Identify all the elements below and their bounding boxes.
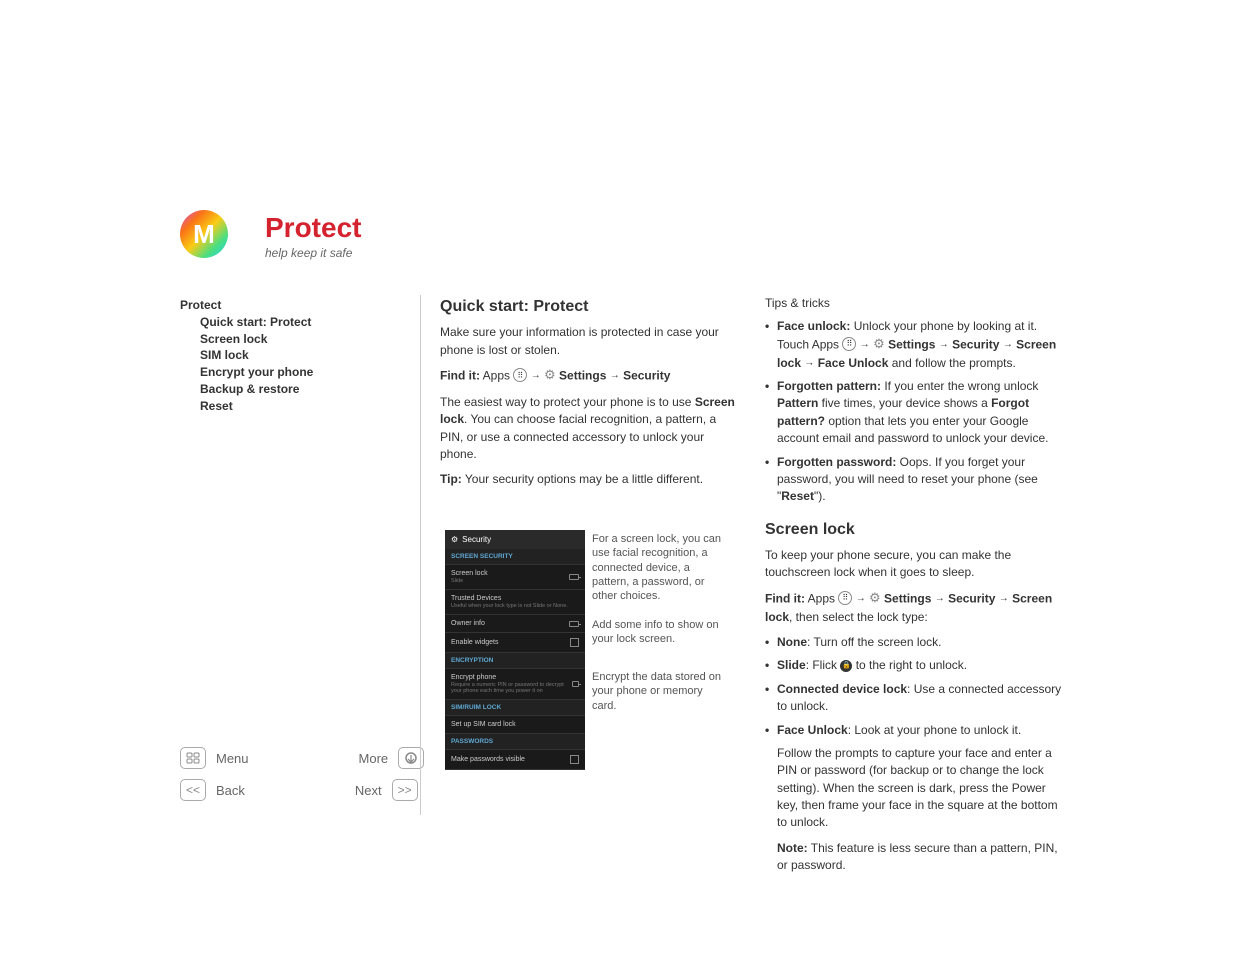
opt-slide: Slide: Flick 🔒 to the right to unlock. <box>765 657 1065 674</box>
column-2: Tips & tricks Face unlock: Unlock your p… <box>765 295 1065 883</box>
checkbox-icon <box>570 638 579 647</box>
col1-tip: Tip: Your security options may be a litt… <box>440 471 740 488</box>
findit-security: Security <box>623 369 670 383</box>
arrow-icon: → <box>531 370 541 381</box>
opt-faceunlock-desc: Follow the prompts to capture your face … <box>777 745 1065 832</box>
arrow-icon: → <box>804 357 814 368</box>
col1-findit: Find it: Apps ⠿ → ⚙ Settings → Security <box>440 367 740 386</box>
callout-3: Encrypt the data stored on your phone or… <box>592 670 722 713</box>
findit-apps: Apps <box>483 369 510 383</box>
nav-buttons: Menu More << Back Next >> <box>180 747 424 811</box>
connector-icon <box>572 681 579 687</box>
sidebar-item-simlock[interactable]: SIM lock <box>200 347 313 364</box>
callout-2: Add some info to show on your lock scree… <box>592 618 722 647</box>
phone-row-widgets: Enable widgets <box>445 633 585 653</box>
arrow-icon: → <box>860 339 870 350</box>
sidebar-item-quickstart[interactable]: Quick start: Protect <box>200 314 313 331</box>
more-label[interactable]: More <box>359 751 389 766</box>
phone-screenshot: ⚙ Security SCREEN SECURITY Screen lockSl… <box>445 530 585 770</box>
sidebar-item-reset[interactable]: Reset <box>200 398 313 415</box>
col2-intro: To keep your phone secure, you can make … <box>765 547 1065 582</box>
tip-face-unlock: Face unlock: Unlock your phone by lookin… <box>765 318 1065 372</box>
apps-icon: ⠿ <box>842 337 856 351</box>
connector-icon <box>569 621 579 627</box>
phone-section-screen-security: SCREEN SECURITY <box>445 549 585 565</box>
back-label[interactable]: Back <box>216 783 245 798</box>
gear-icon: ⚙ <box>451 535 458 544</box>
arrow-icon: → <box>935 593 945 604</box>
menu-label[interactable]: Menu <box>216 751 249 766</box>
menu-icon[interactable] <box>180 747 206 769</box>
phone-section-passwords: PASSWORDS <box>445 734 585 750</box>
brand-logo: M <box>180 210 228 258</box>
tips-title: Tips & tricks <box>765 295 1065 312</box>
col1-intro: Make sure your information is protected … <box>440 324 740 359</box>
tip-forgotten-password: Forgotten password: Oops. If you forget … <box>765 454 1065 506</box>
column-1: Quick start: Protect Make sure your info… <box>440 295 740 497</box>
phone-row-sim: Set up SIM card lock <box>445 716 585 734</box>
phone-row-owner: Owner info <box>445 615 585 633</box>
col1-heading: Quick start: Protect <box>440 295 740 318</box>
phone-row-passwords: Make passwords visible <box>445 750 585 770</box>
findit-label: Find it: <box>440 369 480 383</box>
sidebar-nav: Protect Quick start: Protect Screen lock… <box>180 297 313 415</box>
phone-title: Security <box>462 535 491 544</box>
apps-icon: ⠿ <box>513 368 527 382</box>
arrow-icon: → <box>610 370 620 381</box>
opt-connected: Connected device lock: Use a connected a… <box>765 681 1065 716</box>
page-subtitle: help keep it safe <box>265 246 361 260</box>
tips-list: Face unlock: Unlock your phone by lookin… <box>765 318 1065 505</box>
back-icon[interactable]: << <box>180 779 206 801</box>
col1-body: The easiest way to protect your phone is… <box>440 394 740 464</box>
phone-row-encrypt: Encrypt phoneRequire a numeric PIN or pa… <box>445 669 585 700</box>
phone-section-sim: SIM/RUIM LOCK <box>445 700 585 716</box>
phone-row-trusted: Trusted DevicesUseful when your lock typ… <box>445 590 585 615</box>
sidebar-item-encrypt[interactable]: Encrypt your phone <box>200 364 313 381</box>
phone-titlebar: ⚙ Security <box>445 530 585 549</box>
checkbox-icon <box>570 755 579 764</box>
arrow-icon: → <box>1003 339 1013 350</box>
tip-forgotten-pattern: Forgotten pattern: If you enter the wron… <box>765 378 1065 448</box>
opt-none: None: Turn off the screen lock. <box>765 634 1065 651</box>
lock-icon: 🔒 <box>840 660 852 672</box>
connector-icon <box>569 574 579 580</box>
phone-row-screenlock: Screen lockSlide <box>445 565 585 590</box>
phone-section-encryption: ENCRYPTION <box>445 653 585 669</box>
gear-icon: ⚙ <box>873 335 885 354</box>
opt-faceunlock: Face Unlock: Look at your phone to unloc… <box>765 722 1065 875</box>
callout-1: For a screen lock, you can use facial re… <box>592 532 722 603</box>
next-label[interactable]: Next <box>355 783 382 798</box>
opt-faceunlock-note: Note: This feature is less secure than a… <box>777 840 1065 875</box>
arrow-icon: → <box>939 339 949 350</box>
arrow-icon: → <box>856 593 866 604</box>
gear-icon: ⚙ <box>544 366 556 385</box>
lock-type-list: None: Turn off the screen lock. Slide: F… <box>765 634 1065 875</box>
col2-heading: Screen lock <box>765 518 1065 541</box>
vertical-divider <box>420 295 421 815</box>
sidebar-item-screenlock[interactable]: Screen lock <box>200 331 313 348</box>
apps-icon: ⠿ <box>838 591 852 605</box>
findit-settings: Settings <box>559 369 606 383</box>
page-title: Protect <box>265 212 361 244</box>
logo-m-icon: M <box>193 219 215 250</box>
sidebar-item-backup[interactable]: Backup & restore <box>200 381 313 398</box>
page-header: Protect help keep it safe <box>265 212 361 260</box>
next-icon[interactable]: >> <box>392 779 418 801</box>
arrow-icon: → <box>999 593 1009 604</box>
sidebar-main[interactable]: Protect <box>180 297 313 314</box>
col2-findit: Find it: Apps ⠿ → ⚙ Settings → Security … <box>765 590 1065 626</box>
gear-icon: ⚙ <box>869 589 881 608</box>
